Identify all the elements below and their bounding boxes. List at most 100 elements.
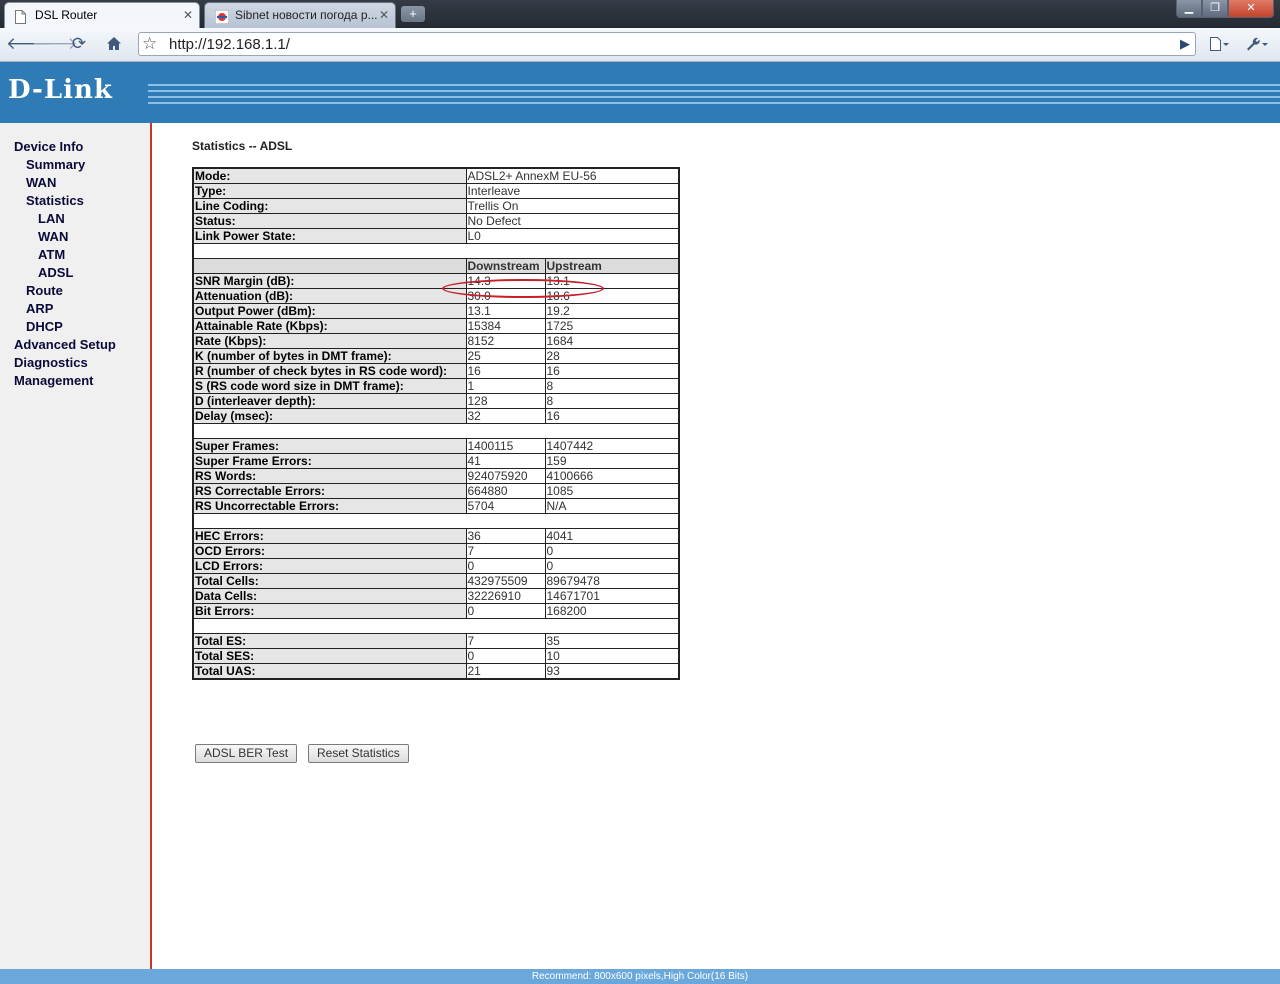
nav-stats-wan[interactable]: WAN (38, 229, 68, 244)
nav-dhcp[interactable]: DHCP (26, 319, 63, 334)
tab-title: DSL Router (35, 8, 98, 22)
row-label: Total Cells: (192, 573, 467, 589)
row-value: No Defect (465, 213, 680, 229)
upstream-value: 1085 (544, 483, 680, 499)
upstream-value: 4041 (544, 528, 680, 544)
downstream-value: 21 (465, 663, 546, 680)
table-row: Mode: ADSL2+ AnnexM EU-56 (192, 167, 680, 184)
downstream-value: 8152 (465, 333, 546, 349)
nav-management[interactable]: Management (14, 373, 93, 388)
upstream-value: 1407442 (544, 438, 680, 454)
reset-statistics-button[interactable]: Reset Statistics (308, 744, 409, 763)
table-row: Status: No Defect (192, 213, 680, 229)
go-arrow-icon[interactable]: ▶ (1180, 36, 1190, 52)
nav-stats-atm[interactable]: ATM (38, 247, 65, 262)
downstream-value: 32226910 (465, 588, 546, 604)
tab-title: Sibnet новости погода р... (235, 8, 378, 22)
spacer-cell (192, 423, 680, 439)
address-bar[interactable]: ☆ ▶ (138, 32, 1196, 56)
table-row: Attainable Rate (Kbps): 15384 1725 (192, 318, 680, 334)
upstream-value: 10 (544, 648, 680, 664)
upstream-value: 28 (544, 348, 680, 364)
table-row: D (interleaver depth): 128 8 (192, 393, 680, 409)
spacer-cell (192, 243, 680, 259)
spacer-cell (192, 618, 680, 634)
nav-stats-lan[interactable]: LAN (38, 211, 65, 226)
new-tab-button[interactable]: + (401, 6, 425, 22)
row-label: Total UAS: (192, 663, 467, 680)
row-label: Rate (Kbps): (192, 333, 467, 349)
downstream-value: 16 (465, 363, 546, 379)
downstream-value: 0 (465, 603, 546, 619)
table-row: Data Cells: 32226910 14671701 (192, 588, 680, 604)
row-label: K (number of bytes in DMT frame): (192, 348, 467, 364)
nav-stats-adsl[interactable]: ADSL (38, 265, 73, 280)
nav-summary[interactable]: Summary (26, 157, 85, 172)
reload-icon[interactable]: ⟳ (67, 33, 91, 55)
downstream-value: 5704 (465, 498, 546, 514)
table-header-row: Downstream Upstream (192, 258, 680, 274)
row-label: R (number of check bytes in RS code word… (192, 363, 467, 379)
forward-arrow-icon[interactable]: 🡒 (32, 33, 78, 55)
table-spacer-row (192, 423, 680, 439)
upstream-value: N/A (544, 498, 680, 514)
table-spacer-row (192, 618, 680, 634)
table-row: HEC Errors: 36 4041 (192, 528, 680, 544)
tab-sibnet[interactable]: Sibnet новости погода р... ✕ (204, 2, 396, 28)
row-label: Type: (192, 183, 467, 199)
home-icon[interactable] (102, 33, 126, 55)
downstream-value: 13.1 (465, 303, 546, 319)
sibnet-favicon-icon (214, 8, 230, 28)
nav-wan[interactable]: WAN (26, 175, 56, 190)
wrench-icon[interactable] (1242, 33, 1272, 55)
back-arrow-icon[interactable]: 🡐 (6, 33, 52, 55)
table-row: S (RS code word size in DMT frame): 1 8 (192, 378, 680, 394)
row-label: D (interleaver depth): (192, 393, 467, 409)
tab-dsl-router[interactable]: DSL Router ✕ (4, 2, 200, 28)
table-spacer-row (192, 243, 680, 259)
page-icon (15, 8, 26, 28)
page-title: Statistics -- ADSL (192, 139, 293, 153)
browser-toolbar: 🡐 🡒 ⟳ ☆ ▶ (0, 28, 1280, 62)
row-label: Link Power State: (192, 228, 467, 244)
upstream-value: 16 (544, 363, 680, 379)
nav-statistics[interactable]: Statistics (26, 193, 84, 208)
row-label: RS Words: (192, 468, 467, 484)
row-value: ADSL2+ AnnexM EU-56 (465, 167, 680, 184)
table-row: Total UAS: 21 93 (192, 663, 680, 680)
nav-route[interactable]: Route (26, 283, 63, 298)
url-input[interactable] (169, 33, 1069, 55)
close-tab-icon[interactable]: ✕ (183, 3, 193, 27)
table-spacer-row (192, 513, 680, 529)
table-row: Super Frames: 1400115 1407442 (192, 438, 680, 454)
sidebar-nav: Device Info Summary WAN Statistics LAN W… (0, 123, 152, 969)
downstream-value: 0 (465, 648, 546, 664)
upstream-value: 93 (544, 663, 680, 680)
table-row: Total SES: 0 10 (192, 648, 680, 664)
downstream-value: 32 (465, 408, 546, 424)
nav-device-info[interactable]: Device Info (14, 139, 83, 154)
table-row: Attenuation (dB): 30.0 18.6 (192, 288, 680, 304)
header-upstream: Upstream (544, 258, 680, 274)
close-tab-icon[interactable]: ✕ (379, 3, 389, 27)
nav-advanced-setup[interactable]: Advanced Setup (14, 337, 116, 352)
row-label: RS Correctable Errors: (192, 483, 467, 499)
star-icon[interactable]: ☆ (142, 34, 157, 54)
header-downstream: Downstream (465, 258, 546, 274)
dlink-banner: D-Link (0, 62, 1280, 123)
row-label: Attainable Rate (Kbps): (192, 318, 467, 334)
downstream-value: 25 (465, 348, 546, 364)
close-window-button[interactable]: ✕ (1228, 0, 1274, 18)
adsl-ber-test-button[interactable]: ADSL BER Test (195, 744, 298, 763)
minimize-button[interactable]: ▁ (1176, 0, 1202, 18)
row-value: Interleave (465, 183, 680, 199)
row-label: Total ES: (192, 633, 467, 649)
dlink-logo: D-Link (8, 75, 113, 105)
adsl-statistics-table: Mode: ADSL2+ AnnexM EU-56 Type: Interleave L… (192, 167, 680, 680)
maximize-button[interactable]: ❐ (1202, 0, 1228, 18)
nav-arp[interactable]: ARP (26, 301, 53, 316)
downstream-value: 128 (465, 393, 546, 409)
page-menu-icon[interactable] (1205, 33, 1233, 55)
nav-diagnostics[interactable]: Diagnostics (14, 355, 88, 370)
downstream-value: 41 (465, 453, 546, 469)
